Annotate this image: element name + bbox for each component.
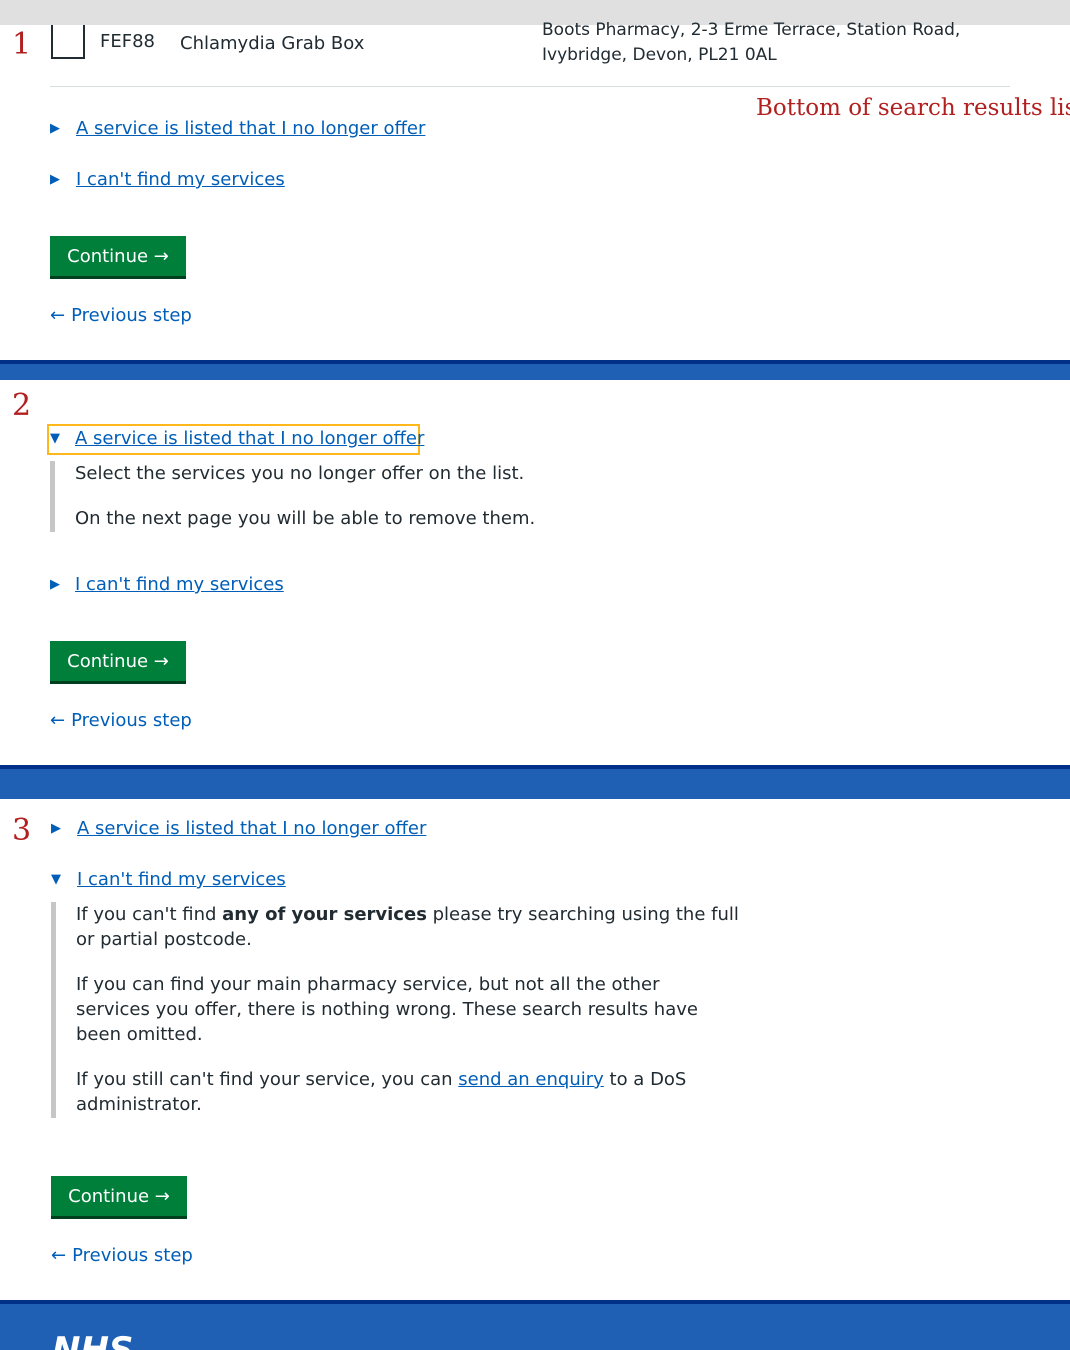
details-summary-link[interactable]: I can't find my services: [76, 169, 285, 190]
service-name: Chlamydia Grab Box: [180, 33, 365, 54]
triangle-right-icon: ▶: [50, 121, 60, 136]
section-divider: [0, 769, 1070, 799]
arrow-left-icon: ←: [50, 710, 66, 731]
triangle-right-icon: ▶: [50, 577, 60, 592]
panel-paragraph: If you can't find any of your services p…: [76, 902, 756, 952]
continue-label: Continue →: [67, 650, 169, 672]
previous-step-link[interactable]: ← Previous step: [50, 710, 192, 731]
panel-text: been omitted.: [76, 1024, 203, 1045]
panel-paragraph: If you can find your main pharmacy servi…: [76, 972, 756, 1047]
bottom-of-results-annotation: Bottom of search results list: [756, 95, 1070, 121]
arrow-left-icon: ←: [51, 1245, 67, 1266]
panel-text: administrator.: [76, 1094, 202, 1115]
details-cant-find-open[interactable]: ▼ I can't find my services: [51, 869, 286, 890]
service-checkbox[interactable]: [51, 25, 85, 59]
continue-label: Continue →: [67, 245, 169, 267]
details-panel: Select the services you no longer offer …: [50, 461, 595, 532]
continue-label: Continue →: [68, 1185, 170, 1207]
triangle-right-icon: ▶: [51, 821, 61, 836]
details-cant-find[interactable]: ▶ I can't find my services: [50, 574, 284, 595]
results-divider: [50, 86, 1010, 87]
panel-text: If you still can't find your service, yo…: [76, 1069, 459, 1090]
previous-step-link[interactable]: ← Previous step: [50, 305, 192, 326]
triangle-down-icon: ▼: [50, 431, 60, 446]
panel-paragraph: If you still can't find your service, yo…: [76, 1067, 756, 1117]
step-number-3: 3: [12, 813, 32, 848]
service-code: FEF88: [100, 31, 155, 52]
service-address-line1: Boots Pharmacy, 2-3 Erme Terrace, Statio…: [542, 20, 961, 40]
panel-text: or partial postcode.: [76, 929, 252, 950]
panel-text: On the next page you will be able to rem…: [75, 508, 536, 529]
panel-emphasis: any of your services: [222, 904, 427, 925]
triangle-down-icon: ▼: [51, 872, 61, 887]
panel-text: to a DoS: [603, 1069, 687, 1090]
previous-step-label: Previous step: [72, 1245, 193, 1266]
send-enquiry-link[interactable]: send an enquiry: [458, 1069, 604, 1090]
arrow-left-icon: ←: [50, 305, 66, 326]
service-address-line2: Ivybridge, Devon, PL21 0AL: [542, 45, 777, 65]
continue-button[interactable]: Continue →: [50, 236, 186, 276]
details-no-longer-offer[interactable]: ▶ A service is listed that I no longer o…: [51, 818, 426, 839]
details-no-longer-offer[interactable]: ▶ A service is listed that I no longer o…: [50, 118, 425, 139]
triangle-right-icon: ▶: [50, 172, 60, 187]
previous-step-label: Previous step: [71, 305, 192, 326]
details-cant-find[interactable]: ▶ I can't find my services: [50, 169, 285, 190]
details-no-longer-offer-open[interactable]: ▼ A service is listed that I no longer o…: [50, 428, 424, 449]
step-number-1: 1: [12, 27, 32, 62]
details-panel: If you can't find any of your services p…: [51, 902, 756, 1118]
details-summary-link[interactable]: A service is listed that I no longer off…: [77, 818, 426, 839]
section-divider: [0, 364, 1070, 380]
details-summary-link[interactable]: A service is listed that I no longer off…: [76, 118, 425, 139]
step-number-2: 2: [12, 388, 32, 423]
continue-button[interactable]: Continue →: [50, 641, 186, 681]
details-summary-link[interactable]: A service is listed that I no longer off…: [75, 428, 424, 449]
footer: NHS: [0, 1304, 1070, 1350]
panel-text: services you offer, there is nothing wro…: [76, 999, 698, 1020]
continue-button[interactable]: Continue →: [51, 1176, 187, 1216]
panel-text: Select the services you no longer offer …: [75, 463, 525, 484]
previous-step-link[interactable]: ← Previous step: [51, 1245, 193, 1266]
details-summary-link[interactable]: I can't find my services: [75, 574, 284, 595]
previous-step-label: Previous step: [71, 710, 192, 731]
panel-text: If you can find your main pharmacy servi…: [76, 974, 660, 995]
details-summary-link[interactable]: I can't find my services: [77, 869, 286, 890]
panel-text: If you can't find: [76, 904, 223, 925]
nhs-logo[interactable]: NHS: [52, 1330, 133, 1350]
panel-text: please try searching using the full: [426, 904, 739, 925]
